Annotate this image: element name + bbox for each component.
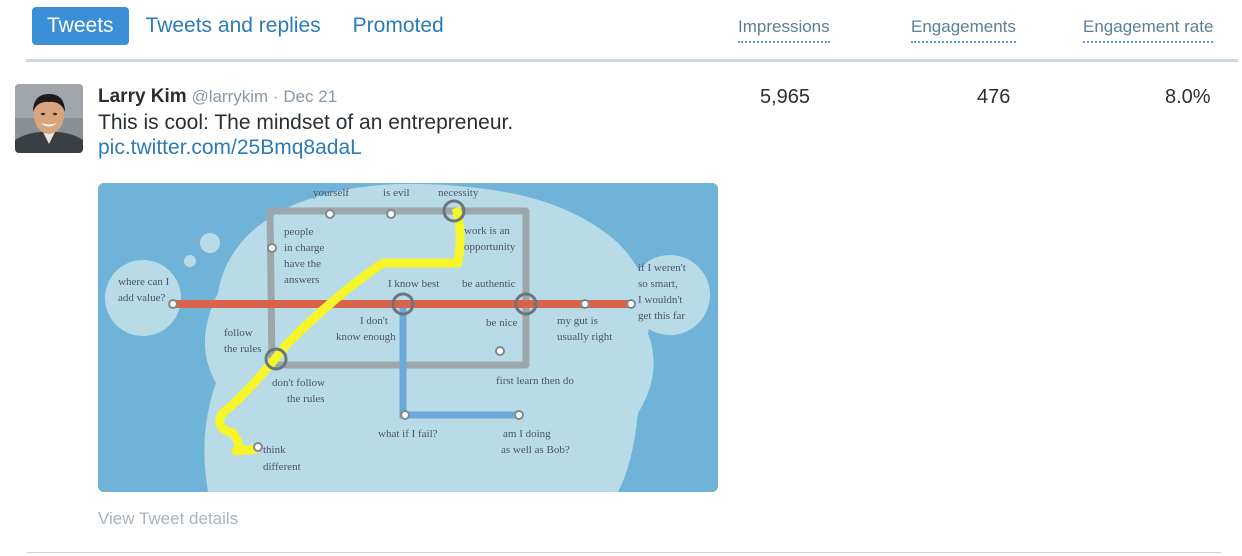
engagement-rate-column-header[interactable]: Engagement rate: [1083, 16, 1214, 43]
map-label-be-nice: be nice: [486, 317, 518, 329]
tab-tweets-and-replies[interactable]: Tweets and replies: [146, 7, 321, 45]
map-label-think: think: [263, 444, 286, 456]
impressions-value: 5,965: [760, 86, 811, 108]
svg-text:usually right: usually right: [557, 331, 612, 343]
svg-text:so smart,: so smart,: [638, 278, 678, 290]
svg-text:opportunity: opportunity: [464, 241, 516, 253]
map-label-what-fail: what if I fail?: [378, 428, 438, 440]
map-label-work: work is an: [464, 225, 510, 237]
svg-text:have the: have the: [284, 258, 321, 270]
svg-text:add value?: add value?: [118, 292, 165, 304]
svg-text:in charge: in charge: [284, 242, 325, 254]
author-handle[interactable]: @larrykim: [191, 87, 268, 106]
svg-text:as well as Bob?: as well as Bob?: [501, 444, 570, 456]
row-divider: [26, 552, 1222, 553]
map-label-necessity: necessity: [438, 187, 479, 199]
map-label-follow: follow: [224, 327, 253, 339]
svg-text:different: different: [263, 461, 301, 473]
map-label-people: people: [284, 226, 313, 238]
svg-text:the rules: the rules: [287, 393, 325, 405]
svg-text:answers: answers: [284, 274, 319, 286]
avatar[interactable]: [15, 84, 83, 153]
header-divider: [26, 59, 1238, 62]
tweet-text: This is cool: The mindset of an entrepre…: [98, 111, 514, 134]
map-label-first-learn: first learn then do: [496, 375, 574, 387]
map-label-is-evil: is evil: [383, 187, 410, 199]
map-label-bob: am I doing: [503, 428, 551, 440]
map-label-yourself: yourself: [313, 187, 349, 199]
author-name[interactable]: Larry Kim: [98, 86, 187, 107]
tweet-media-link[interactable]: pic.twitter.com/25Bmq8adaL: [98, 135, 362, 161]
tweet-date[interactable]: Dec 21: [283, 87, 337, 106]
svg-text:get this far: get this far: [638, 310, 685, 322]
tweet-header: Larry Kim @larrykim · Dec 21: [98, 86, 337, 108]
impressions-column-header[interactable]: Impressions: [738, 16, 830, 43]
map-label-where: where can I: [118, 276, 170, 288]
tab-tweets[interactable]: Tweets: [32, 7, 129, 45]
map-label-dont-follow: don't follow: [272, 377, 325, 389]
engagements-column-header[interactable]: Engagements: [911, 16, 1016, 43]
analytics-tabs: Tweets Tweets and replies Promoted: [32, 6, 476, 46]
map-label-gut: my gut is: [557, 315, 598, 327]
map-label-authentic: be authentic: [462, 278, 516, 290]
engagement-rate-value: 8.0%: [1165, 86, 1211, 108]
engagements-value: 476: [977, 86, 1011, 108]
tab-promoted[interactable]: Promoted: [353, 7, 444, 45]
svg-text:know enough: know enough: [336, 331, 396, 343]
tweet-media-image[interactable]: yourself is evil necessity people in cha…: [98, 183, 718, 492]
svg-text:I wouldn't: I wouldn't: [638, 294, 682, 306]
map-label-dont-know: I don't: [360, 315, 388, 327]
view-tweet-details-link[interactable]: View Tweet details: [98, 509, 238, 529]
map-label-if-not: if I weren't: [638, 262, 686, 274]
svg-text:the rules: the rules: [224, 343, 262, 355]
separator-dot: ·: [272, 87, 279, 106]
map-label-know-best: I know best: [388, 278, 439, 290]
